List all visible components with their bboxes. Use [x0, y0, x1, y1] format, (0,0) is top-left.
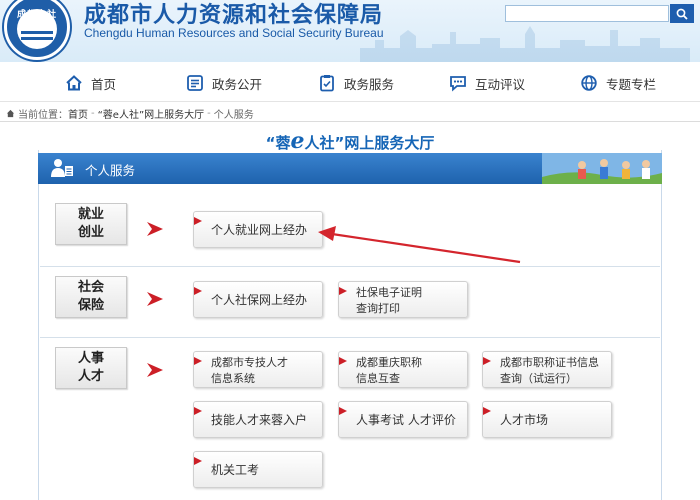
logo-stripe	[21, 37, 53, 40]
chevron-right-icon	[194, 357, 202, 365]
search-button[interactable]	[670, 4, 694, 23]
service-label: 机关工考	[211, 463, 260, 477]
breadcrumb-hall-link[interactable]: “蓉e人社”网上服务大厅	[98, 106, 205, 121]
logo-emblem	[17, 9, 57, 49]
nav-label: 政务公开	[212, 76, 263, 92]
chevron-right-icon	[194, 407, 202, 415]
site-title-en: Chengdu Human Resources and Social Secur…	[84, 26, 384, 40]
service-label: 成都市职称证书信息 查询（试运行）	[500, 355, 599, 387]
city-skyline-decoration	[360, 26, 690, 62]
service-label-line: 信息系统	[211, 372, 255, 385]
people-banner-decoration	[542, 153, 662, 184]
panel-title: 个人服务	[85, 163, 136, 178]
nav-item-interaction[interactable]: 互动评议	[449, 72, 525, 94]
chat-icon	[450, 76, 466, 92]
person-icon	[51, 159, 73, 177]
nav-item-topics[interactable]: 专题专栏	[580, 72, 656, 94]
search-input[interactable]	[505, 5, 669, 22]
breadcrumb-separator: -	[207, 108, 211, 119]
arrow-right-icon	[147, 292, 163, 306]
category-label: 人事	[77, 351, 104, 366]
service-label: 技能人才来蓉入户	[211, 413, 308, 427]
chevron-right-icon	[483, 357, 491, 365]
home-icon	[66, 75, 82, 91]
service-professional-talent-system[interactable]: 成都市专技人才 信息系统	[193, 351, 323, 388]
service-talent-market[interactable]: 人才市场	[482, 401, 612, 438]
service-label: 人才市场	[500, 413, 549, 427]
breadcrumb-prefix: 当前位置：	[18, 110, 68, 121]
nav-item-home[interactable]: 首页	[65, 72, 116, 94]
service-civil-worker-exam[interactable]: 机关工考	[193, 451, 323, 488]
category-employment: 就业 创业	[55, 203, 127, 245]
chevron-right-icon	[483, 407, 491, 415]
main-nav: 首页 政务公开 政务服务 互动评议 专题专栏	[0, 62, 700, 102]
clipboard-icon	[320, 75, 334, 92]
bureau-logo[interactable]: 成都人社	[4, 0, 70, 60]
chevron-right-icon	[339, 287, 347, 295]
chevron-right-icon	[339, 407, 347, 415]
globe-icon	[581, 75, 597, 91]
site-title-cn: 成都市人力资源和社会保障局	[84, 3, 384, 28]
personal-service-panel	[38, 150, 662, 500]
logo-stripe	[21, 31, 53, 34]
breadcrumb-home-link[interactable]: 首页	[68, 106, 88, 121]
service-skilled-talent-registration[interactable]: 技能人才来蓉入户	[193, 401, 323, 438]
breadcrumb: 当前位置： 首页 - “蓉e人社”网上服务大厅 - 个人服务	[6, 106, 254, 121]
nav-label: 专题专栏	[606, 76, 657, 92]
breadcrumb-divider	[0, 121, 700, 122]
service-label-line: 查询打印	[356, 302, 400, 315]
service-title-certificate-query[interactable]: 成都市职称证书信息 查询（试运行）	[482, 351, 612, 388]
category-label: 保险	[77, 298, 104, 313]
service-label-line: 查询（试运行）	[500, 372, 577, 385]
arrow-right-icon	[147, 363, 163, 377]
site-header: 成都人社 成都市人力资源和社会保障局 Chengdu Human Resourc…	[0, 0, 700, 62]
chevron-right-icon	[194, 287, 202, 295]
service-label-line: 社保电子证明	[356, 286, 422, 299]
service-label: 人事考试 人才评价	[356, 413, 456, 427]
service-exam-evaluation[interactable]: 人事考试 人才评价	[338, 401, 468, 438]
search-icon	[676, 8, 688, 20]
home-icon	[6, 109, 15, 118]
service-employment-online[interactable]: 个人就业网上经办	[193, 211, 323, 248]
nav-item-gov-info[interactable]: 政务公开	[186, 72, 262, 94]
service-social-insurance-online[interactable]: 个人社保网上经办	[193, 281, 323, 318]
service-label: 个人就业网上经办	[211, 223, 308, 237]
row-divider	[40, 266, 660, 267]
chevron-right-icon	[194, 457, 202, 465]
nav-item-gov-service[interactable]: 政务服务	[318, 72, 394, 94]
service-label-line: 成都重庆职称	[356, 356, 422, 369]
category-label: 创业	[77, 225, 104, 240]
breadcrumb-current: 个人服务	[213, 110, 254, 121]
service-label: 成都市专技人才 信息系统	[211, 355, 288, 387]
list-icon	[187, 75, 203, 91]
arrow-right-icon	[147, 222, 163, 236]
service-label-line: 成都市专技人才	[211, 356, 288, 369]
service-label-line: 成都市职称证书信息	[500, 356, 599, 369]
row-divider	[40, 337, 660, 338]
service-label-line: 信息互查	[356, 372, 400, 385]
chevron-right-icon	[339, 357, 347, 365]
service-label: 个人社保网上经办	[211, 293, 308, 307]
nav-label: 互动评议	[475, 76, 526, 92]
service-title-mutual-check[interactable]: 成都重庆职称 信息互查	[338, 351, 468, 388]
category-label: 社会	[77, 280, 104, 295]
category-social-insurance: 社会 保险	[55, 276, 127, 318]
nav-label: 首页	[91, 76, 117, 92]
category-label: 人才	[77, 369, 104, 384]
service-label: 成都重庆职称 信息互查	[356, 355, 422, 387]
panel-header: 个人服务	[38, 153, 662, 184]
category-personnel-talent: 人事 人才	[55, 347, 127, 389]
service-label: 社保电子证明 查询打印	[356, 285, 422, 317]
nav-label: 政务服务	[344, 76, 395, 92]
breadcrumb-separator: -	[91, 108, 95, 119]
category-label: 就业	[77, 207, 104, 222]
chevron-right-icon	[194, 217, 202, 225]
service-social-insurance-certificate[interactable]: 社保电子证明 查询打印	[338, 281, 468, 318]
